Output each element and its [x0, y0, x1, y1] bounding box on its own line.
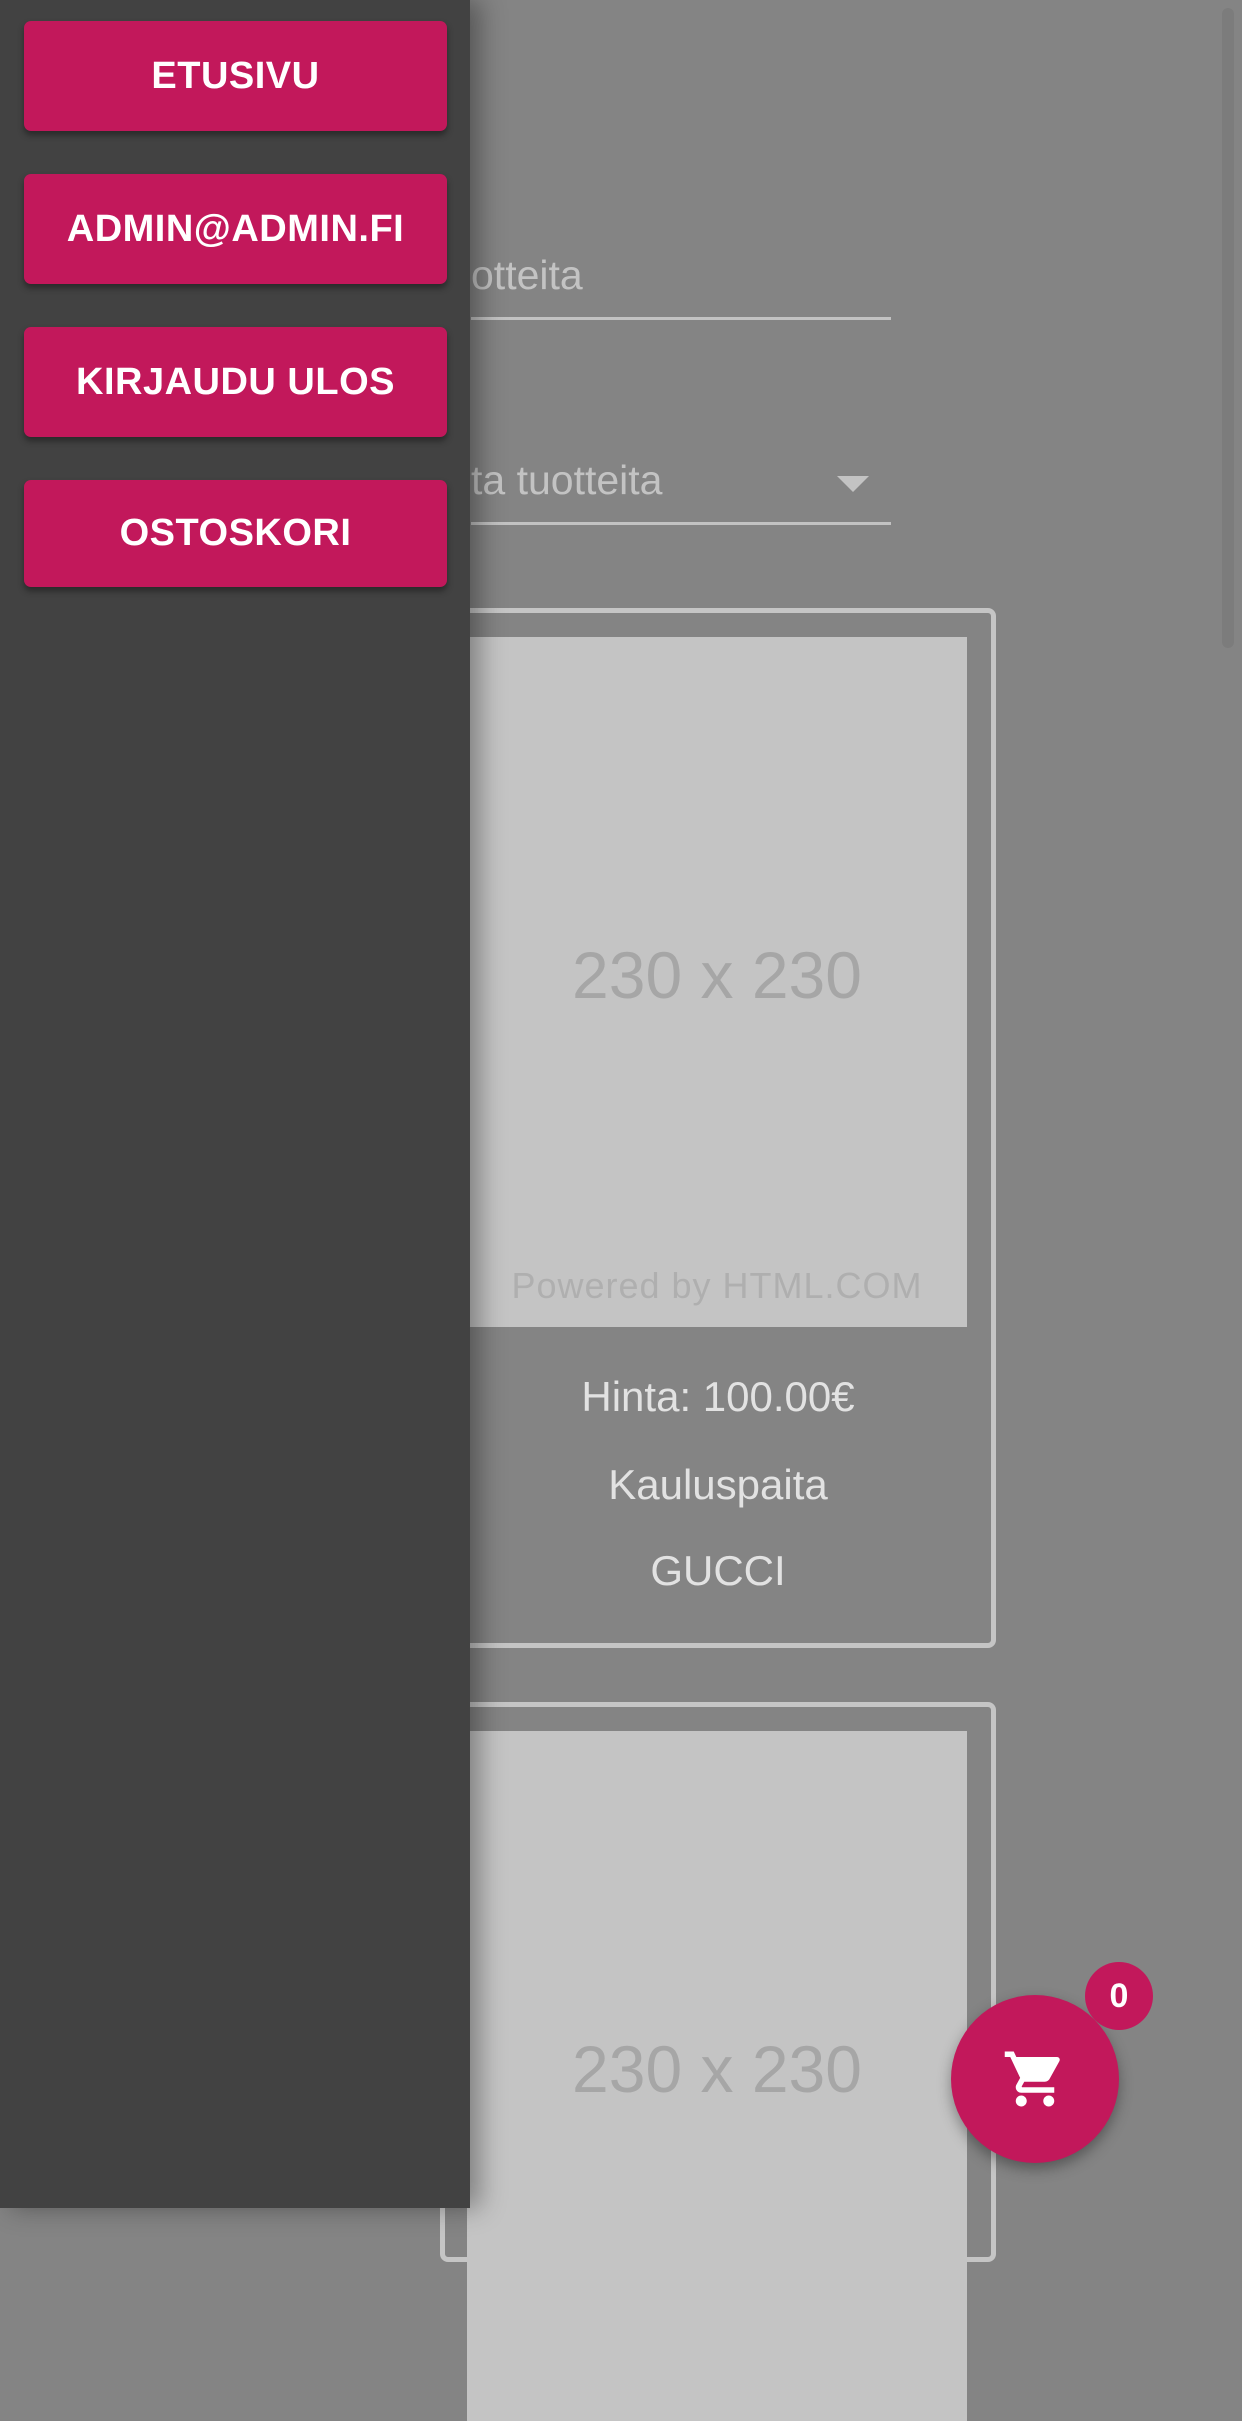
search-input[interactable]: otteita: [471, 250, 891, 320]
product-image: 230 x 230 Powered by HTML.COM: [467, 637, 967, 1327]
cart-fab-button[interactable]: [951, 1995, 1119, 2163]
product-price: Hinta: 100.00€: [581, 1373, 855, 1420]
nav-button-logout[interactable]: KIRJAUDU ULOS: [24, 327, 447, 437]
dropdown-arrow-icon: [837, 476, 869, 492]
category-select[interactable]: ta tuotteita: [471, 455, 891, 525]
scrollbar[interactable]: [1222, 8, 1234, 648]
search-input-text: otteita: [471, 252, 583, 298]
product-image: 230 x 230: [467, 1731, 967, 2421]
category-select-value: ta tuotteita: [471, 457, 663, 503]
product-name: Kauluspaita: [608, 1461, 828, 1508]
image-placeholder-text: 230 x 230: [572, 938, 862, 1012]
product-card[interactable]: 230 x 230: [440, 1702, 996, 2421]
image-watermark: Powered by HTML.COM: [511, 1265, 923, 1306]
nav-button-etusivu[interactable]: ETUSIVU: [24, 21, 447, 131]
nav-button-cart[interactable]: OSTOSKORI: [24, 480, 447, 587]
navigation-drawer: ETUSIVU ADMIN@ADMIN.FI KIRJAUDU ULOS OST…: [0, 0, 470, 2208]
shopping-cart-icon: [1004, 2051, 1060, 2107]
image-placeholder-text: 230 x 230: [572, 2032, 862, 2106]
product-card[interactable]: 230 x 230 Powered by HTML.COM Hinta: 100…: [440, 608, 996, 1648]
cart-count-badge: 0: [1085, 1962, 1153, 2030]
product-brand: GUCCI: [650, 1547, 786, 1594]
nav-button-account[interactable]: ADMIN@ADMIN.FI: [24, 174, 447, 284]
